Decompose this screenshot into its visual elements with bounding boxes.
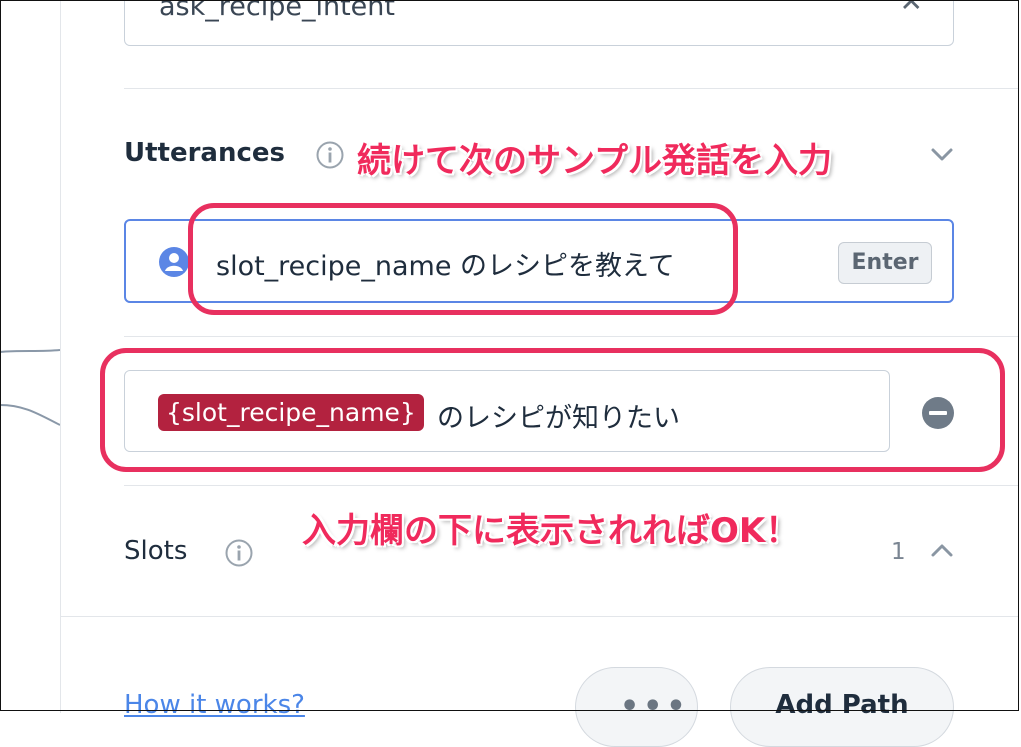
annotation-callout-result: 入力欄の下に表示されればOK！ [302,511,800,551]
close-icon[interactable]: ✕ [900,0,923,18]
user-icon [159,247,189,277]
annotation-highlight-input [188,203,738,315]
enter-button[interactable]: Enter [838,242,932,284]
annotation-callout-input: 続けて次のサンプル発話を入力 [357,141,832,181]
chevron-up-icon[interactable] [929,538,955,564]
divider [60,616,1019,617]
divider [124,88,1019,89]
utterances-title: Utterances [124,138,286,168]
more-icon: ••• [620,689,690,724]
intent-name-value: ask_recipe_intent [159,0,395,22]
info-icon[interactable] [316,141,344,169]
info-icon[interactable] [225,539,253,567]
how-it-works-link[interactable]: How it works? [124,690,305,720]
divider [124,336,1019,337]
flow-connector-lines [0,349,60,426]
divider [124,485,1019,486]
more-button[interactable]: ••• [575,667,698,747]
slot-count: 1 [891,539,906,565]
slots-title: Slots [124,536,188,566]
add-path-label: Add Path [775,690,909,720]
intent-name-field[interactable]: ask_recipe_intent ✕ [124,0,954,46]
add-path-button[interactable]: Add Path [730,667,954,747]
canvas-pane [0,0,61,713]
chevron-down-icon[interactable] [929,141,955,167]
annotation-highlight-item [100,348,1005,472]
